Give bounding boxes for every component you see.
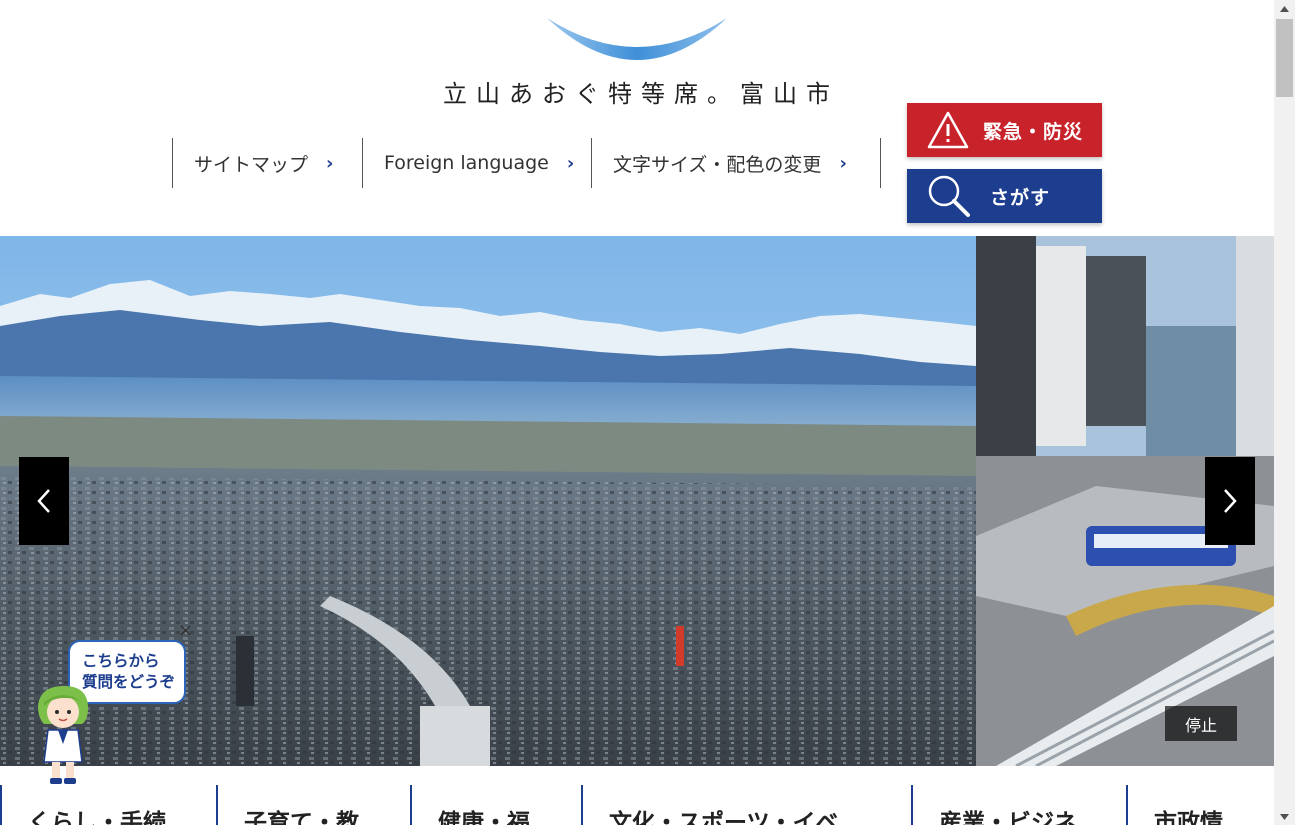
mascot-character-icon[interactable] <box>30 684 100 788</box>
text-size-color-link[interactable]: 文字サイズ・配色の変更 › <box>591 138 881 188</box>
chevron-right-icon: › <box>326 152 334 174</box>
chat-assistant-widget: × こちらから 質問をどうぞ <box>30 620 230 790</box>
emergency-disaster-button[interactable]: 緊急・防災 <box>907 103 1102 157</box>
scroll-down-arrow-icon[interactable] <box>1274 808 1295 825</box>
carousel-next-button[interactable] <box>1205 457 1255 545</box>
logo-arc-icon[interactable] <box>545 14 730 70</box>
gnav-item-business[interactable]: 産業・ビジネ <box>911 785 1126 825</box>
sitemap-link[interactable]: サイトマップ › <box>172 138 362 188</box>
utility-nav: サイトマップ › Foreign language › 文字サイズ・配色の変更 … <box>172 138 881 188</box>
chat-close-icon[interactable]: × <box>178 622 193 640</box>
gnav-item-health[interactable]: 健康・福 <box>410 785 581 825</box>
gnav-item-living[interactable]: くらし・手続 <box>0 785 216 825</box>
global-nav: くらし・手続 子育て・教 健康・福 文化・スポーツ・イベ 産業・ビジネ 市政情 <box>0 785 1274 825</box>
gnav-item-city-info[interactable]: 市政情 <box>1126 785 1274 825</box>
gnav-item-culture[interactable]: 文化・スポーツ・イベ <box>581 785 911 825</box>
foreign-language-link[interactable]: Foreign language › <box>362 138 591 188</box>
chevron-right-icon: › <box>566 152 575 174</box>
chevron-right-icon <box>1224 489 1237 513</box>
carousel-stop-button[interactable]: 停止 <box>1165 706 1237 741</box>
sitemap-link-label: サイトマップ <box>194 153 309 176</box>
chevron-right-icon: › <box>839 152 847 174</box>
warning-triangle-icon <box>927 111 969 149</box>
magnifier-icon <box>928 175 970 217</box>
search-button-label: さがす <box>990 186 1051 209</box>
foreign-language-link-label: Foreign language <box>384 152 549 174</box>
text-size-color-link-label: 文字サイズ・配色の変更 <box>613 153 822 176</box>
page-scrollbar[interactable] <box>1274 0 1295 825</box>
chat-bubble-line1: こちらから <box>82 652 160 670</box>
emergency-button-label: 緊急・防災 <box>983 120 1084 143</box>
chevron-left-icon <box>37 489 50 513</box>
scrollbar-thumb[interactable] <box>1276 19 1293 97</box>
search-button[interactable]: さがす <box>907 169 1102 223</box>
site-logo-text[interactable]: 立山あおぐ特等席。富山市 <box>443 74 843 109</box>
carousel-prev-button[interactable] <box>19 457 69 545</box>
gnav-item-childcare[interactable]: 子育て・教 <box>216 785 410 825</box>
scroll-up-arrow-icon[interactable] <box>1274 0 1295 17</box>
site-header: 立山あおぐ特等席。富山市 サイトマップ › Foreign language ›… <box>0 0 1274 236</box>
